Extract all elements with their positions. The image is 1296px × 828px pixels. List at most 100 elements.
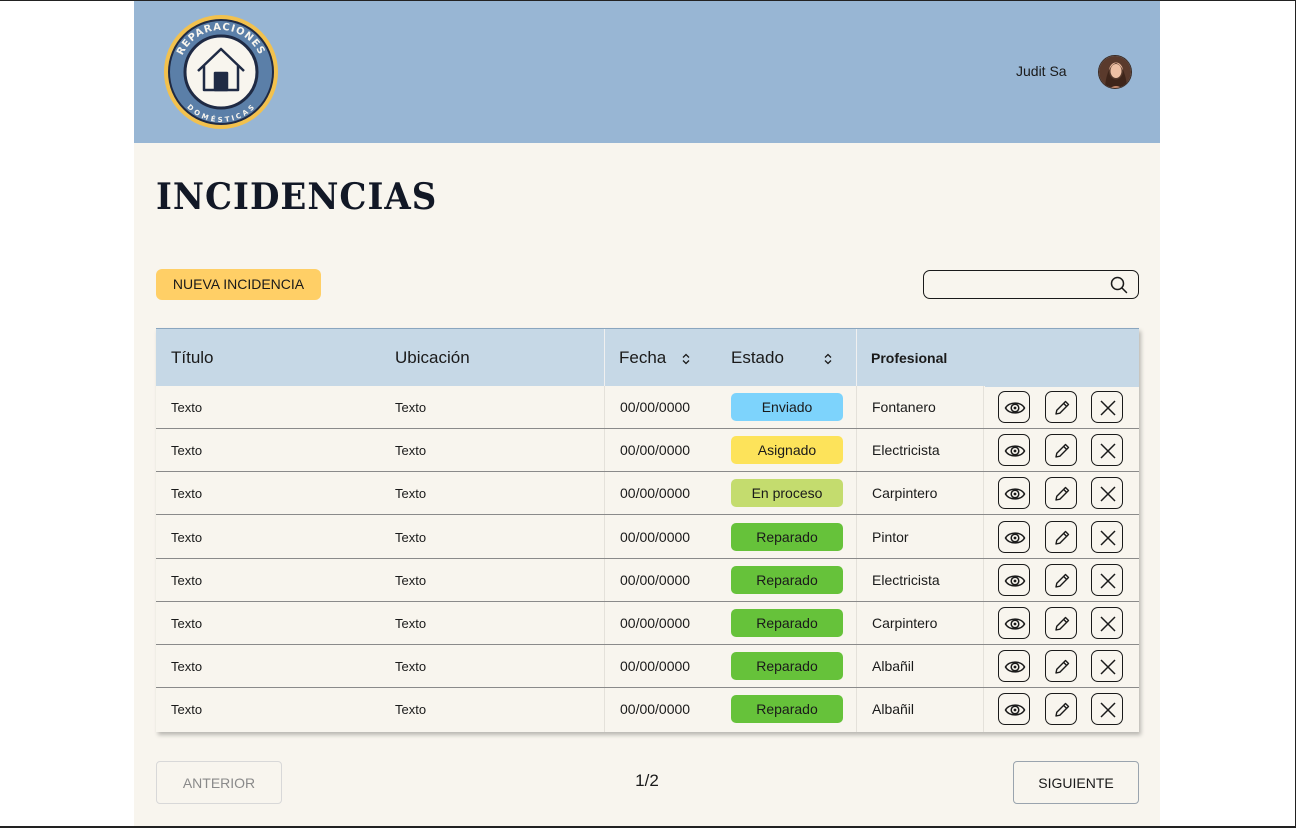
- pencil-icon: [1055, 616, 1070, 631]
- cell-location: Texto: [395, 659, 427, 675]
- delete-button[interactable]: [1091, 693, 1123, 726]
- cell-location: Texto: [395, 616, 427, 631]
- delete-button[interactable]: [1091, 650, 1123, 683]
- edit-button[interactable]: [1045, 434, 1077, 467]
- cell-professional: Pintor: [872, 528, 909, 545]
- new-incident-button[interactable]: NUEVA INCIDENCIA: [156, 269, 321, 300]
- pencil-icon: [1055, 400, 1070, 415]
- status-badge: Reparado: [731, 695, 843, 724]
- cell-location: Texto: [395, 486, 427, 502]
- sort-icon[interactable]: [823, 353, 833, 365]
- cell-title: Texto: [171, 616, 203, 631]
- cell-title: Texto: [171, 529, 203, 545]
- cell-title: Texto: [171, 400, 203, 415]
- column-header-date[interactable]: Fecha: [619, 329, 691, 387]
- cell-location: Texto: [395, 702, 427, 718]
- eye-icon: [1004, 575, 1026, 587]
- pencil-icon: [1055, 703, 1070, 718]
- view-button[interactable]: [998, 563, 1030, 596]
- status-badge: Asignado: [731, 436, 843, 465]
- next-page-button[interactable]: SIGUIENTE: [1013, 761, 1139, 804]
- status-badge: En proceso: [731, 479, 843, 508]
- table-row: Texto Texto 00/00/0000 Reparado Albañil: [156, 688, 1139, 731]
- table-header: Título Ubicación Fecha Estado Profesiona…: [156, 328, 1139, 387]
- header-divider: [604, 329, 605, 387]
- pencil-icon: [1055, 487, 1070, 502]
- column-header-actions: [985, 329, 1139, 387]
- cell-title: Texto: [171, 659, 203, 675]
- delete-button[interactable]: [1091, 607, 1123, 639]
- column-header-status[interactable]: Estado: [731, 329, 833, 387]
- close-icon: [1100, 400, 1116, 416]
- cell-location: Texto: [395, 529, 427, 545]
- top-header: REPARACIONES DOMÉSTICAS Judit Sa: [134, 1, 1160, 143]
- app-container: REPARACIONES DOMÉSTICAS Judit Sa INCIDEN…: [134, 1, 1160, 826]
- delete-button[interactable]: [1091, 391, 1123, 423]
- eye-icon: [1004, 704, 1026, 717]
- cell-date: 00/00/0000: [620, 658, 691, 675]
- eye-icon: [1004, 488, 1026, 501]
- delete-button[interactable]: [1091, 477, 1123, 510]
- previous-page-button[interactable]: ANTERIOR: [156, 761, 282, 804]
- user-name: Judit Sa: [1016, 63, 1067, 79]
- eye-icon: [1004, 402, 1026, 414]
- eye-icon: [1004, 445, 1026, 457]
- pencil-icon: [1055, 530, 1070, 545]
- edit-button[interactable]: [1045, 693, 1077, 726]
- table-row: Texto Texto 00/00/0000 Reparado Albañil: [156, 645, 1139, 689]
- delete-button[interactable]: [1091, 520, 1123, 553]
- cell-title: Texto: [171, 443, 203, 459]
- edit-button[interactable]: [1045, 520, 1077, 553]
- status-badge: Reparado: [731, 609, 843, 637]
- edit-button[interactable]: [1045, 563, 1077, 596]
- table-row: Texto Texto 00/00/0000 Reparado Carpintero: [156, 602, 1139, 645]
- delete-button[interactable]: [1091, 434, 1123, 467]
- cell-date: 00/00/0000: [620, 701, 691, 718]
- status-badge: Reparado: [731, 652, 843, 681]
- view-button[interactable]: [998, 477, 1030, 510]
- search-input[interactable]: [932, 275, 1102, 295]
- view-button[interactable]: [998, 650, 1030, 683]
- column-header-date-label: Fecha: [619, 348, 667, 367]
- view-button[interactable]: [998, 434, 1030, 467]
- column-header-title: Título: [171, 348, 214, 367]
- page-title: INCIDENCIAS: [156, 175, 438, 219]
- close-icon: [1100, 573, 1116, 589]
- view-button[interactable]: [998, 607, 1030, 639]
- edit-button[interactable]: [1045, 391, 1077, 423]
- view-button[interactable]: [998, 693, 1030, 726]
- cell-title: Texto: [171, 572, 203, 588]
- cell-professional: Albañil: [872, 701, 915, 718]
- pencil-icon: [1055, 573, 1070, 588]
- search-box[interactable]: [923, 270, 1139, 299]
- search-icon[interactable]: [1110, 276, 1128, 294]
- incidents-table: Título Ubicación Fecha Estado Profesiona…: [156, 328, 1139, 732]
- cell-location: Texto: [395, 400, 427, 415]
- cell-location: Texto: [395, 572, 427, 588]
- cell-date: 00/00/0000: [620, 528, 691, 545]
- edit-button[interactable]: [1045, 477, 1077, 510]
- cell-title: Texto: [171, 486, 203, 502]
- table-row: Texto Texto 00/00/0000 En proceso Carpintero: [156, 472, 1139, 516]
- cell-professional: Carpintero: [872, 485, 938, 502]
- eye-icon: [1004, 531, 1026, 544]
- delete-button[interactable]: [1091, 563, 1123, 596]
- close-icon: [1100, 486, 1116, 502]
- cell-date: 00/00/0000: [620, 442, 691, 459]
- pencil-icon: [1055, 443, 1070, 458]
- edit-button[interactable]: [1045, 607, 1077, 639]
- edit-button[interactable]: [1045, 650, 1077, 683]
- table-row: Texto Texto 00/00/0000 Asignado Electricista: [156, 429, 1139, 473]
- close-icon: [1100, 616, 1116, 632]
- view-button[interactable]: [998, 520, 1030, 553]
- header-divider: [856, 329, 857, 387]
- cell-professional: Electricista: [872, 442, 940, 459]
- eye-icon: [1004, 618, 1026, 630]
- user-avatar[interactable]: [1098, 55, 1132, 89]
- cell-date: 00/00/0000: [620, 615, 691, 631]
- company-logo: REPARACIONES DOMÉSTICAS: [164, 15, 278, 129]
- view-button[interactable]: [998, 391, 1030, 423]
- column-header-location: Ubicación: [395, 348, 470, 367]
- pencil-icon: [1055, 659, 1070, 674]
- sort-icon[interactable]: [681, 353, 691, 365]
